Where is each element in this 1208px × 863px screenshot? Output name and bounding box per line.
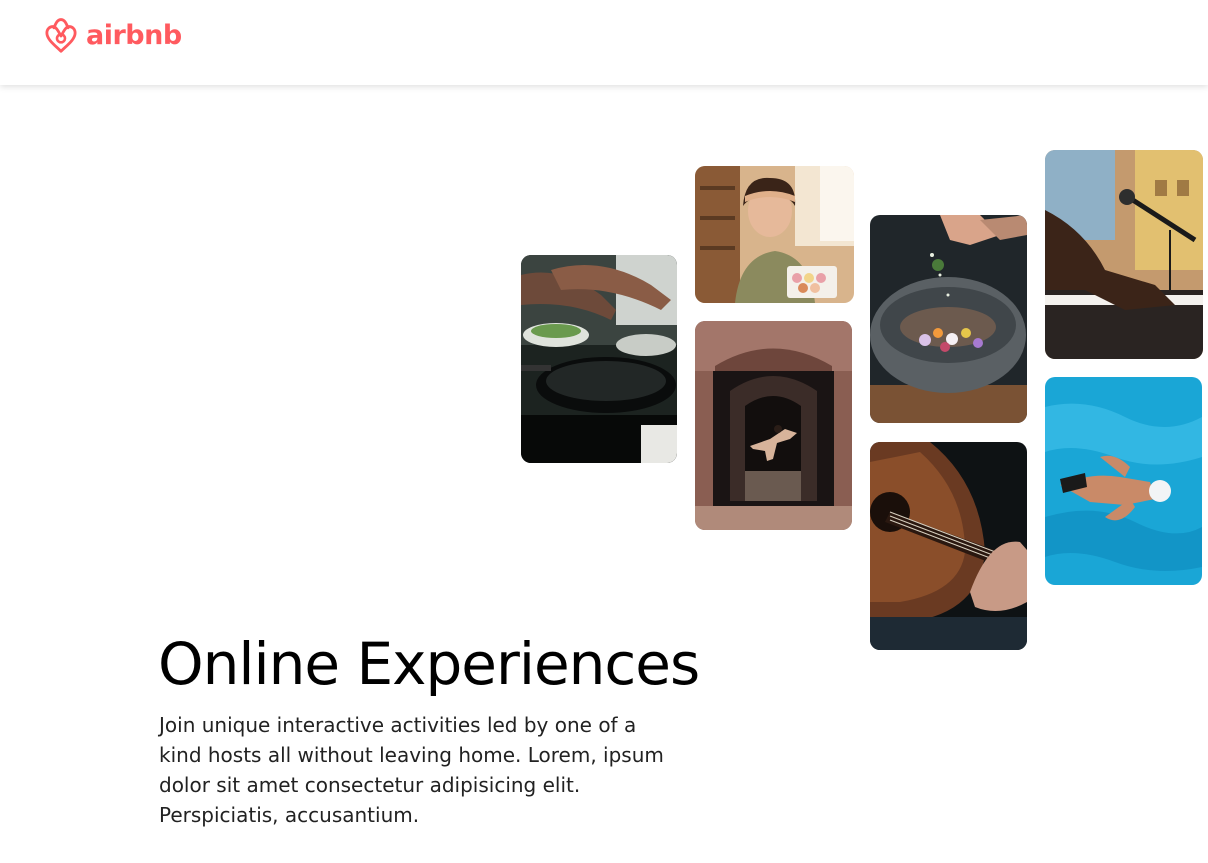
gallery-image-cooking — [521, 255, 677, 463]
brand-name: airbnb — [86, 19, 182, 51]
hero-description: Join unique interactive activities led b… — [159, 713, 664, 827]
gallery-image-bowl — [870, 215, 1027, 423]
gallery-image-macarons — [695, 166, 854, 303]
navbar: airbnb — [0, 0, 1208, 85]
airbnb-logo-icon — [45, 18, 77, 53]
airbnb-logo[interactable]: airbnb — [42, 16, 182, 56]
hero-title: Online Experiences — [158, 630, 700, 698]
gallery-image-guitar — [870, 442, 1027, 650]
gallery-image-dancer — [695, 321, 852, 530]
gallery-image-piano — [1045, 150, 1203, 359]
gallery-image-swimmer — [1045, 377, 1202, 585]
